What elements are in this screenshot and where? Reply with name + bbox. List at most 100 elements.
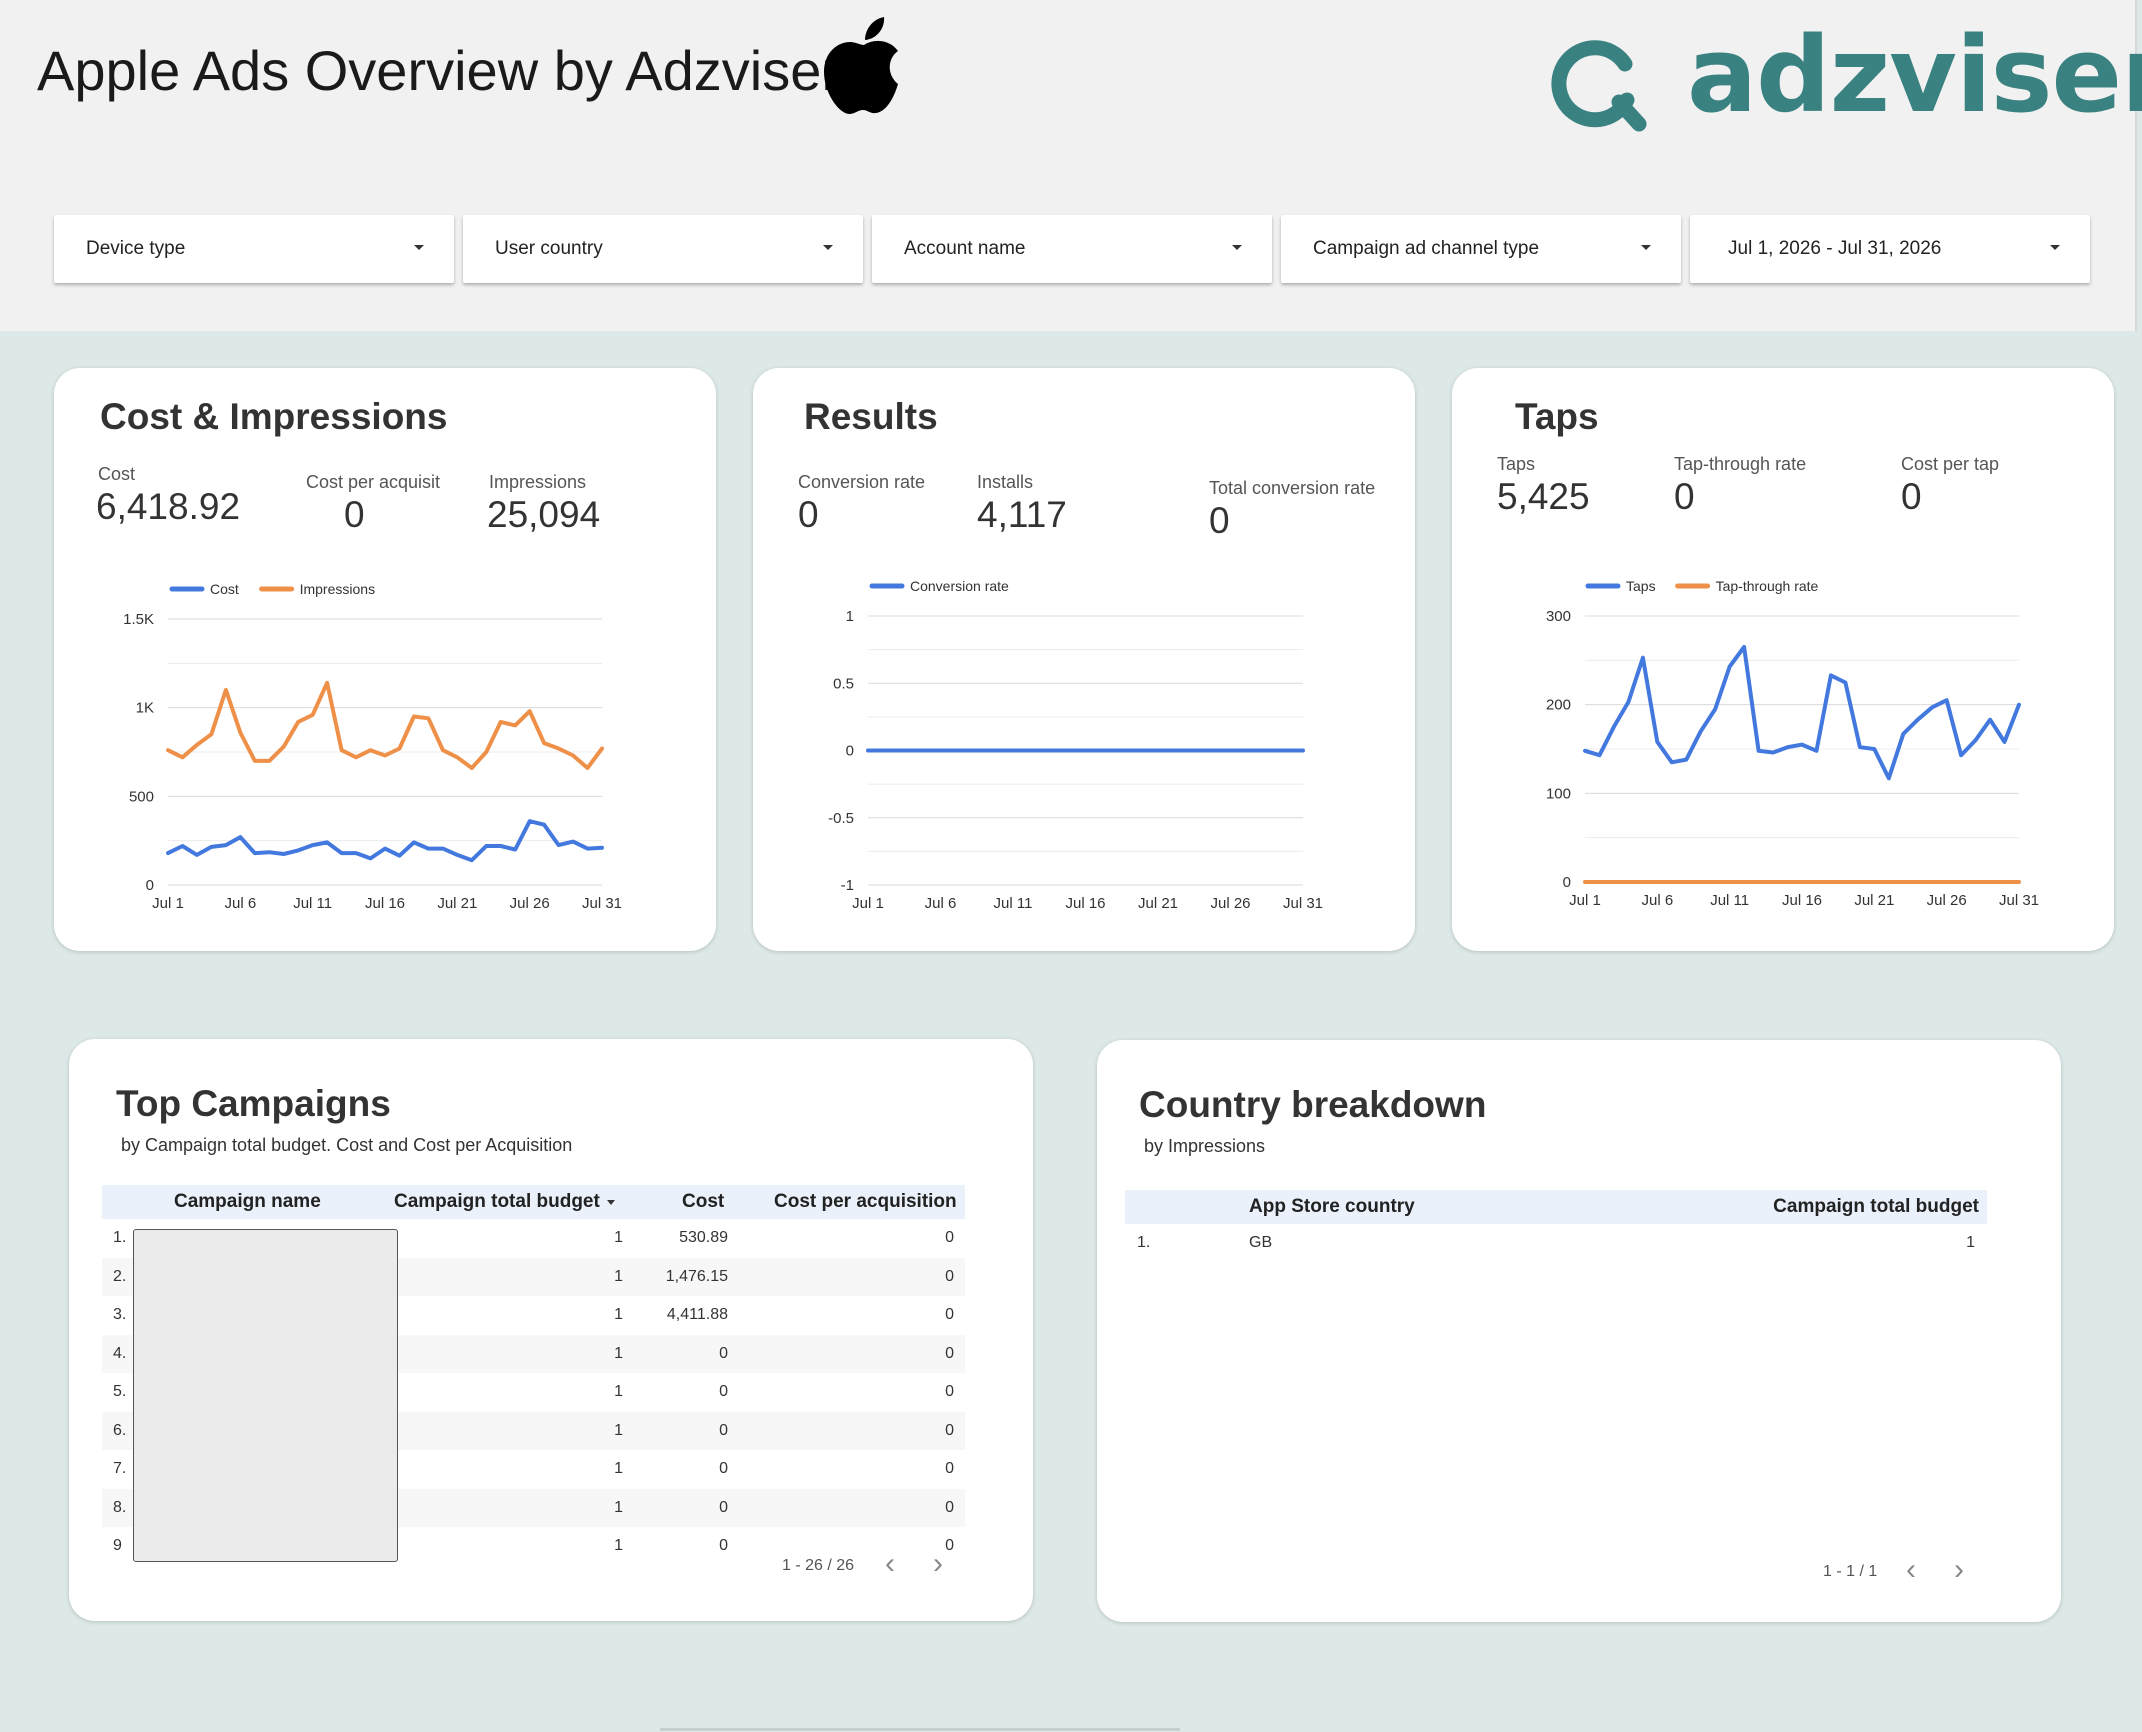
x-tick-label: Jul 1 (852, 895, 884, 912)
table-header: Campaign name Campaign total budget Cost… (102, 1185, 965, 1219)
page-title: Apple Ads Overview by Adzviser (37, 39, 841, 102)
caret-down-icon (414, 245, 424, 250)
device-type-filter[interactable]: Device type (54, 215, 454, 283)
y-tick-label: 1K (136, 700, 154, 717)
x-tick-label: Jul 26 (1927, 892, 1967, 909)
row-number: 8. (113, 1498, 127, 1516)
previous-page-icon[interactable]: ‹ (885, 1549, 895, 1579)
previous-page-icon[interactable]: ‹ (1906, 1555, 1916, 1585)
caret-down-icon (2050, 245, 2060, 250)
campaign-channel-filter[interactable]: Campaign ad channel type (1281, 215, 1681, 283)
x-tick-label: Jul 26 (510, 895, 550, 912)
user-country-filter[interactable]: User country (463, 215, 863, 283)
column-header-app-store-country[interactable]: App Store country (1249, 1196, 1415, 1218)
column-header-campaign-budget[interactable]: Campaign total budget (1773, 1196, 1979, 1218)
cpa-cell: 0 (945, 1383, 954, 1400)
account-name-filter[interactable]: Account name (872, 215, 1272, 283)
filter-label: Account name (904, 238, 1026, 259)
cost-cell: 0 (719, 1421, 728, 1439)
budget-cell: 1 (614, 1421, 623, 1439)
magnifier-logo-icon (1551, 40, 1647, 132)
budget-cell: 1 (614, 1498, 623, 1516)
row-number: 2. (113, 1267, 127, 1285)
series-line (1583, 645, 2021, 781)
row-number: 1. (113, 1229, 127, 1246)
top-campaigns-card: Top Campaigns by Campaign total budget. … (69, 1039, 1033, 1621)
cost-cell: 4,411.88 (666, 1306, 728, 1323)
y-tick-label: 200 (1546, 697, 1571, 714)
budget-cell: 1 (614, 1460, 623, 1477)
budget-cell: 1 (614, 1537, 623, 1554)
card-subtitle: by Campaign total budget. Cost and Cost … (121, 1135, 573, 1155)
budget-cell: 1 (614, 1344, 623, 1362)
cpa-cell: 0 (945, 1498, 954, 1516)
x-tick-label: Jul 11 (1710, 892, 1749, 909)
cost-cell: 0 (719, 1383, 728, 1400)
x-tick-label: Jul 6 (925, 895, 957, 912)
sort-desc-icon[interactable] (607, 1200, 615, 1205)
budget-cell: 1 (614, 1383, 623, 1400)
table-header: App Store country Campaign total budget (1125, 1190, 1987, 1224)
budget-cell: 1 (614, 1306, 623, 1323)
country-cell: GB (1249, 1234, 1273, 1251)
pagination-label: 1 - 26 / 26 (782, 1557, 855, 1574)
row-number: 6. (113, 1421, 127, 1439)
y-tick-label: 1.5K (123, 611, 154, 628)
column-header-campaign-budget[interactable]: Campaign total budget (394, 1191, 600, 1213)
country-breakdown-card: Country breakdown by Impressions App Sto… (1097, 1040, 2061, 1622)
caret-down-icon (823, 245, 833, 250)
column-header-campaign-name[interactable]: Campaign name (174, 1191, 321, 1213)
budget-cell: 1 (614, 1229, 623, 1246)
x-tick-label: Jul 6 (1641, 892, 1673, 909)
redacted-campaign-names (133, 1229, 398, 1562)
x-tick-label: Jul 26 (1210, 895, 1250, 912)
x-tick-label: Jul 31 (582, 895, 622, 912)
card-subtitle: by Impressions (1144, 1136, 1266, 1156)
x-tick-label: Jul 11 (994, 895, 1033, 912)
cpa-cell: 0 (945, 1267, 954, 1285)
cost-cell: 0 (719, 1460, 728, 1477)
cpa-cell: 0 (945, 1229, 954, 1246)
budget-cell: 1 (1966, 1234, 1975, 1251)
column-header-cost-per-acquisition[interactable]: Cost per acquisition (774, 1191, 957, 1213)
x-tick-label: Jul 16 (365, 895, 405, 912)
x-tick-label: Jul 1 (152, 895, 184, 912)
cost-impressions-chart: 0 500 1K 1.5K Jul 1 Jul 6 Jul 11 Jul 16 Jul 21 Ju… (123, 581, 622, 912)
y-tick-label: -0.5 (828, 810, 854, 827)
row-number: 1. (1137, 1234, 1151, 1251)
scroll-indicator (660, 1728, 1180, 1731)
y-tick-label: 0 (146, 877, 154, 894)
header-bar: Apple Ads Overview by Adzviser adzviser … (0, 0, 2142, 331)
column-header-cost[interactable]: Cost (682, 1191, 724, 1213)
next-page-icon[interactable]: › (1954, 1555, 1964, 1585)
x-tick-label: Jul 11 (293, 895, 332, 912)
legend-label: Impressions (300, 581, 375, 597)
taps-card: Taps Taps 5,425 Tap-through rate 0 Cost … (1452, 368, 2114, 951)
cost-impressions-card: Cost & Impressions Cost 6,418.92 Cost pe… (54, 368, 716, 951)
card-title: Country breakdown (1139, 1084, 1487, 1125)
y-tick-label: 500 (129, 788, 154, 805)
x-tick-label: Jul 31 (1283, 895, 1323, 912)
legend-label: Conversion rate (910, 578, 1009, 594)
cpa-cell: 0 (945, 1460, 954, 1477)
x-tick-label: Jul 21 (437, 895, 477, 912)
filter-label: Device type (86, 238, 186, 259)
table-row[interactable]: 1. GB 1 (1125, 1224, 1987, 1262)
y-tick-label: 300 (1546, 608, 1571, 625)
row-number: 7. (113, 1460, 127, 1477)
x-tick-label: Jul 1 (1569, 892, 1601, 909)
table-body: 1. GB 1 (1125, 1224, 1987, 1344)
cost-cell: 0 (719, 1344, 728, 1362)
apple-logo-icon (824, 17, 898, 114)
filter-label: Jul 1, 2026 - Jul 31, 2026 (1728, 238, 1942, 259)
date-range-picker[interactable]: Jul 1, 2026 - Jul 31, 2026 (1690, 215, 2090, 283)
x-tick-label: Jul 16 (1065, 895, 1105, 912)
y-tick-label: 0.5 (833, 675, 854, 692)
caret-down-icon (1641, 245, 1651, 250)
next-page-icon[interactable]: › (933, 1549, 943, 1579)
y-tick-label: 0 (1563, 874, 1571, 891)
adzviser-logo: adzviser (1545, 14, 2142, 136)
row-number: 4. (113, 1344, 127, 1362)
series-line (166, 680, 604, 770)
cost-cell: 0 (719, 1537, 728, 1554)
